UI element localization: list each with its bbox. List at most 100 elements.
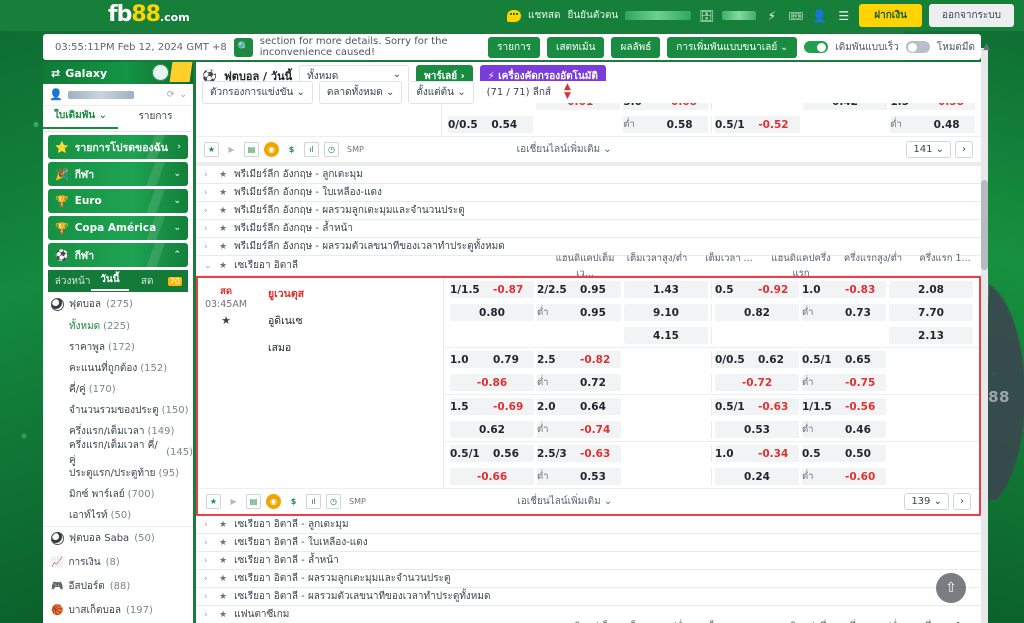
league-row[interactable]: › ★ เซเรียอา อิตาลี - ผลรวมลูกเตะมุมและจำน… (196, 570, 981, 588)
odds-cell[interactable]: 2.0 0.64 (537, 398, 621, 415)
odds-cell[interactable]: 2.5/3 -0.63 (537, 445, 621, 462)
sidebar-item-euro[interactable]: 🏆 Euro ⌄ (48, 189, 188, 213)
sidebar-item-finance[interactable]: 📈 การเงิน (8) (43, 550, 193, 574)
sidebar-item-correct-score[interactable]: คะแนนที่ถูกต้อง (152) (43, 358, 193, 379)
odds-cell[interactable]: ต่ำ 0.46 (802, 421, 886, 438)
page-select[interactable]: 141 ⌄ (906, 141, 951, 158)
market-filter-chip[interactable]: ตลาดทั้งหมด ⌄ (318, 80, 403, 104)
odds-cell[interactable]: 2.13 (889, 327, 973, 344)
match-filter-chip[interactable]: ตัวกรองการแข่งขัน ⌄ (202, 80, 313, 104)
league-row[interactable]: › ★ พรีเมียร์ลีก อังกฤษ - ผลรวมลูกเตะมุมแล… (196, 202, 981, 220)
odds-cell[interactable]: 0/0.5 0.62 (715, 351, 799, 368)
odds-cell[interactable]: 1.0 -0.34 (715, 445, 799, 462)
chevron-down-icon[interactable]: ⌄ (179, 90, 187, 100)
odds-cell[interactable]: ต่ำ 0.72 (537, 374, 621, 391)
league-row[interactable]: › ★ เซเรียอา อิตาลี - ลูกเตะมุม (196, 516, 981, 534)
sidebar-item-pool[interactable]: ราคาพูล (172) (43, 337, 193, 358)
sidebar-item-first-last-goal[interactable]: ประตูแรก/ประตูท้าย (95) (43, 463, 193, 484)
statement-button-1[interactable]: รายการ (488, 36, 541, 58)
odds-cell[interactable]: -0.66 (450, 468, 534, 485)
odds-cell[interactable]: 0.62 (450, 421, 534, 438)
sidebar-item-esports[interactable]: 🎮 อีสปอร์ต (88) (43, 574, 193, 598)
star-icon[interactable]: ★ (219, 592, 227, 602)
chat-label[interactable]: แชทสด (528, 8, 560, 23)
dollar-icon[interactable]: $ (286, 494, 301, 509)
league-row[interactable]: › ★ พรีเมียร์ลีก อังกฤษ - ล้ำหน้า (196, 220, 981, 238)
league-row[interactable]: › ★ พรีเมียร์ลีก อังกฤษ - ลูกเตะมุม (196, 166, 981, 184)
next-page-button[interactable]: › (955, 141, 973, 158)
tab-betslip[interactable]: ใบเดิมพัน ⌄ (43, 108, 118, 129)
league-row[interactable]: › ★ พรีเมียร์ลีก อังกฤษ - ใบเหลือง-แดง (196, 184, 981, 202)
dark-mode-toggle[interactable] (905, 41, 930, 53)
sidebar-item-saba-football[interactable]: ฟุตบอล Saba (50) (43, 526, 193, 550)
day-tab-live[interactable]: สด (129, 274, 166, 289)
odds-cell[interactable]: -0.72 (715, 374, 799, 391)
odds-cell[interactable]: ต่ำ -0.75 (802, 374, 886, 391)
odds-cell[interactable]: ต่ำ 0.53 (537, 468, 621, 485)
asian-more-link[interactable]: เอเชี่ยนไลน์เพิ่มเติม ⌄ (517, 494, 612, 509)
odds-cell[interactable]: 2.5 -0.82 (537, 351, 621, 368)
sidebar-item-football[interactable]: ฟุตบอล (275) (43, 292, 193, 316)
stats-icon[interactable]: ▤ (246, 494, 261, 509)
sort-arrows-icon[interactable]: ▲ ▼ (564, 83, 571, 101)
star-icon[interactable]: ★ (219, 188, 227, 198)
star-icon[interactable]: ★ (219, 538, 227, 548)
odds-cell[interactable]: 0.5/1 -0.63 (715, 398, 799, 415)
sidebar-item-mix-parlay[interactable]: มิกซ์ พาร์เลย์ (700) (43, 484, 193, 505)
odds-cell[interactable]: ต่ำ -0.74 (537, 421, 621, 438)
star-icon[interactable]: ★ (204, 142, 219, 157)
scrollbar-thumb[interactable] (981, 180, 988, 270)
sidebar-item-outright[interactable]: เอาท์ไรท์ (50) (43, 505, 193, 526)
star-icon[interactable]: ★ (198, 314, 254, 327)
sidebar-item-odd-even[interactable]: คี่/คู่ (170) (43, 379, 193, 400)
sidebar-item-all[interactable]: ทั้งหมด (225) (43, 316, 193, 337)
sidebar-item-ht-ft-odd-even[interactable]: ครึ่งแรก/เต็มเวลา คี่/คู่ (145) (43, 440, 193, 466)
refresh-icon[interactable]: ⟳ (167, 90, 175, 100)
wallet-icon[interactable]: 🗄 (698, 8, 715, 24)
site-logo[interactable]: fb88.com (108, 2, 190, 27)
smp-label[interactable]: SMP (346, 494, 369, 509)
day-tab-early[interactable]: ล่วงหน้า (54, 274, 91, 289)
home-team-name[interactable]: ยูเวนตุส (268, 285, 443, 312)
sidebar-item-copa-america[interactable]: 🏆 Copa América ⌄ (48, 216, 188, 240)
odds-cell[interactable]: ต่ำ 0.73 (802, 304, 886, 321)
star-icon[interactable]: ★ (219, 520, 227, 530)
sidebar-item-total-goals[interactable]: จำนวนรวมของประตู (150) (43, 400, 193, 421)
deposit-button[interactable]: ฝากเงิน (859, 4, 922, 27)
league-header-seriea[interactable]: ⌄ ★ เซเรียอา อิตาลี แฮนดิแคปเต็มเว... เต… (196, 253, 981, 279)
odds-cell[interactable]: 0.53 (715, 421, 799, 438)
coin-icon[interactable]: ◉ (266, 494, 281, 509)
history-icon[interactable]: ◷ (324, 142, 339, 157)
statement-button-2[interactable]: เสตทเม้น (547, 36, 605, 58)
odds-cell[interactable]: 0/0.5 0.54 (448, 116, 533, 133)
odds-cell[interactable]: 0.5 0.50 (802, 445, 886, 462)
highlighted-match-card[interactable]: สด 03:45AM ★ ยูเวนตุส อูดิเนเซ เสมอ 1/1.… (196, 276, 981, 516)
logout-button[interactable]: ออกจากระบบ (928, 4, 1014, 27)
odds-cell[interactable]: 1.5 -0.69 (450, 398, 534, 415)
odds-cell[interactable]: 1.0 -0.83 (802, 281, 886, 298)
tab-records[interactable]: รายการ (118, 109, 193, 128)
chat-icon[interactable] (507, 9, 522, 22)
results-button[interactable]: ผลลัพธ์ (611, 36, 661, 58)
scrollbar-track[interactable] (981, 48, 988, 623)
sidebar-item-sports-promo[interactable]: 🎉 กีฬา ⌄ (48, 162, 188, 186)
bar-chart-icon[interactable]: ıl (306, 494, 321, 509)
sort-filter-chip[interactable]: ตั้งแต่ต้น ⌄ (408, 80, 474, 104)
away-team-name[interactable]: อูดิเนเซ (268, 312, 443, 339)
league-row[interactable]: › ★ เซเรียอา อิตาลี - ใบเหลือง-แดง (196, 534, 981, 552)
scroll-to-top-button[interactable]: ⇧ (936, 573, 966, 603)
odds-cell[interactable]: ต่ำ 0.48 (890, 116, 975, 133)
star-icon[interactable]: ★ (219, 574, 227, 584)
odds-cell[interactable]: 0.5 -0.92 (715, 281, 799, 298)
star-icon[interactable]: ★ (219, 556, 227, 566)
parlay-dropdown-button[interactable]: การเพิ่มพันแบบขนาเลย์ ⌄ (667, 36, 798, 58)
list-icon[interactable]: ☰ (835, 8, 852, 24)
league-row[interactable]: › ★ เซเรียอา อิตาลี - ผลรวมตัวเลขนาทีของเว… (196, 588, 981, 606)
odds-cell[interactable]: 1/1.5 -0.87 (450, 281, 534, 298)
odds-cell[interactable]: ต่ำ -0.60 (802, 468, 886, 485)
sidebar-item-basketball[interactable]: 🏀 บาสเก็ตบอล (197) (43, 598, 193, 622)
odds-cell[interactable]: 0.80 (450, 304, 534, 321)
odds-cell[interactable]: ต่ำ 0.95 (537, 304, 621, 321)
dollar-icon[interactable]: $ (284, 142, 299, 157)
odds-cell[interactable]: 2.08 (889, 281, 973, 298)
